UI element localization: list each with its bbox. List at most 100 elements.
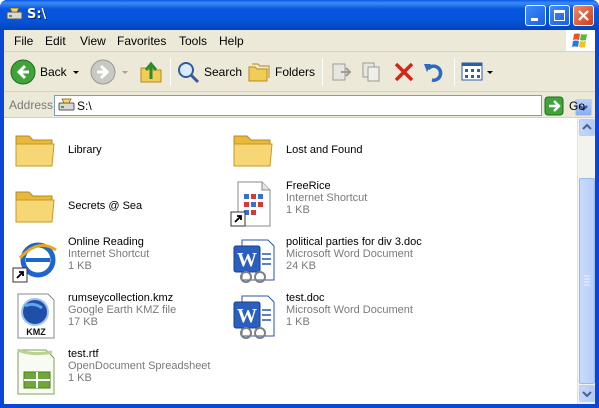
item-name: FreeRice [286, 180, 331, 192]
scroll-thumb[interactable] [579, 178, 595, 384]
move-to-button[interactable] [329, 57, 353, 87]
views-button[interactable] [460, 57, 494, 87]
drive-icon [6, 7, 23, 20]
svg-text:W: W [237, 249, 257, 271]
chevron-down-icon [122, 71, 128, 74]
vertical-scrollbar[interactable] [577, 118, 595, 404]
item-name: political parties for div 3.doc [286, 236, 422, 248]
list-item-lost-and-found[interactable]: Lost and Found [230, 126, 440, 176]
minimize-button[interactable] [525, 5, 546, 26]
drive-icon [58, 98, 75, 111]
item-type: OpenDocument Spreadsheet [68, 360, 211, 372]
delete-button[interactable] [392, 57, 416, 87]
list-item-online-reading[interactable]: Online Reading Internet Shortcut 1 KB [12, 236, 222, 286]
search-button[interactable]: Search [176, 57, 242, 87]
back-button[interactable]: Back [10, 57, 81, 87]
chevron-up-icon [582, 123, 592, 130]
folder-icon [15, 135, 55, 167]
menu-file[interactable]: File [14, 34, 33, 48]
address-value: S:\ [77, 99, 92, 113]
address-input[interactable]: S:\ [54, 95, 592, 116]
list-item-test-rtf[interactable]: test.rtf OpenDocument Spreadsheet 1 KB [12, 348, 222, 398]
search-label: Search [204, 65, 243, 79]
minimize-icon [531, 18, 538, 21]
list-item-rumseycollection-kmz[interactable]: KMZ rumseycollection.kmz Google Earth KM… [12, 292, 222, 342]
list-item-freerice[interactable]: FreeRice Internet Shortcut 1 KB [230, 180, 440, 230]
back-arrow-icon [10, 59, 36, 85]
move-to-icon [332, 63, 352, 81]
item-size: 1 KB [286, 204, 310, 216]
menu-bar: File Edit View Favorites Tools Help [4, 30, 595, 52]
ie-shortcut-icon [12, 242, 57, 283]
item-name: Lost and Found [286, 144, 363, 156]
spreadsheet-icon [17, 348, 55, 395]
undo-button[interactable] [422, 57, 446, 87]
go-button[interactable]: Go [544, 95, 585, 116]
delete-x-icon [394, 62, 414, 82]
folder-icon [233, 135, 273, 167]
menu-view[interactable]: View [80, 34, 106, 48]
item-name: Library [68, 144, 102, 156]
copy-to-icon [362, 62, 380, 82]
menu-help[interactable]: Help [219, 34, 244, 48]
forward-button[interactable] [90, 57, 130, 87]
item-size: 24 KB [286, 260, 316, 272]
folders-button[interactable]: Folders [247, 57, 315, 87]
views-icon [461, 62, 483, 81]
item-type: Google Earth KMZ file [68, 304, 177, 316]
undo-icon [424, 64, 443, 82]
list-item-library[interactable]: Library [12, 126, 222, 176]
item-type: Microsoft Word Document [286, 248, 413, 260]
address-label: Address [9, 98, 54, 112]
list-item-test-doc[interactable]: W test.doc Microsoft Word Document 1 KB [230, 292, 440, 342]
menu-favorites[interactable]: Favorites [117, 34, 166, 48]
item-type: Internet Shortcut [286, 192, 368, 204]
chevron-down-icon [72, 71, 79, 74]
go-arrow-icon [544, 96, 564, 115]
toolbar-separator [322, 58, 323, 86]
window-bottom-border [0, 404, 599, 408]
scroll-up-button[interactable] [579, 119, 595, 136]
forward-arrow-icon [90, 59, 116, 85]
menu-edit[interactable]: Edit [45, 34, 66, 48]
maximize-button[interactable] [549, 5, 570, 26]
item-type: Microsoft Word Document [286, 304, 413, 316]
windows-flag-icon [572, 33, 587, 48]
back-label: Back [40, 65, 67, 79]
folders-icon [248, 63, 270, 82]
list-item-secrets-at-sea[interactable]: Secrets @ Sea [12, 182, 222, 232]
svg-text:KMZ: KMZ [26, 327, 46, 337]
internet-shortcut-icon [230, 181, 271, 227]
toolbar-separator [170, 58, 171, 86]
maximize-icon [554, 10, 565, 21]
item-size: 17 KB [68, 316, 98, 328]
folder-icon [15, 191, 55, 223]
address-bar: Address S:\ Go [4, 92, 595, 118]
close-button[interactable] [573, 5, 594, 26]
scroll-down-button[interactable] [579, 385, 595, 402]
copy-to-button[interactable] [360, 57, 384, 87]
folders-label: Folders [275, 65, 316, 79]
item-size: 1 KB [286, 316, 310, 328]
up-folder-icon [140, 61, 162, 83]
title-bar[interactable]: S:\ [0, 0, 599, 30]
chevron-down-icon [487, 71, 493, 74]
item-size: 1 KB [68, 372, 92, 384]
item-size: 1 KB [68, 260, 92, 272]
up-folder-button[interactable] [138, 57, 164, 87]
word-document-icon: W [233, 295, 275, 339]
item-name: Secrets @ Sea [68, 200, 143, 212]
window-title: S:\ [27, 7, 47, 22]
explorer-window: S:\ File Edit View Favorites Tools Help [0, 0, 599, 408]
toolbar-separator [454, 58, 455, 86]
file-list-view[interactable]: Library Lost and Found Secrets @ Sea Fre… [4, 118, 577, 404]
item-type: Internet Shortcut [68, 248, 150, 260]
menu-tools[interactable]: Tools [179, 34, 207, 48]
item-name: Online Reading [68, 236, 144, 248]
go-label: Go [569, 98, 586, 113]
standard-toolbar: Back Search Folders [4, 52, 595, 92]
search-icon [178, 62, 200, 84]
list-item-political-parties-doc[interactable]: W political parties for div 3.doc Micros… [230, 236, 440, 286]
windows-logo [566, 30, 595, 51]
item-name: test.doc [286, 292, 325, 304]
